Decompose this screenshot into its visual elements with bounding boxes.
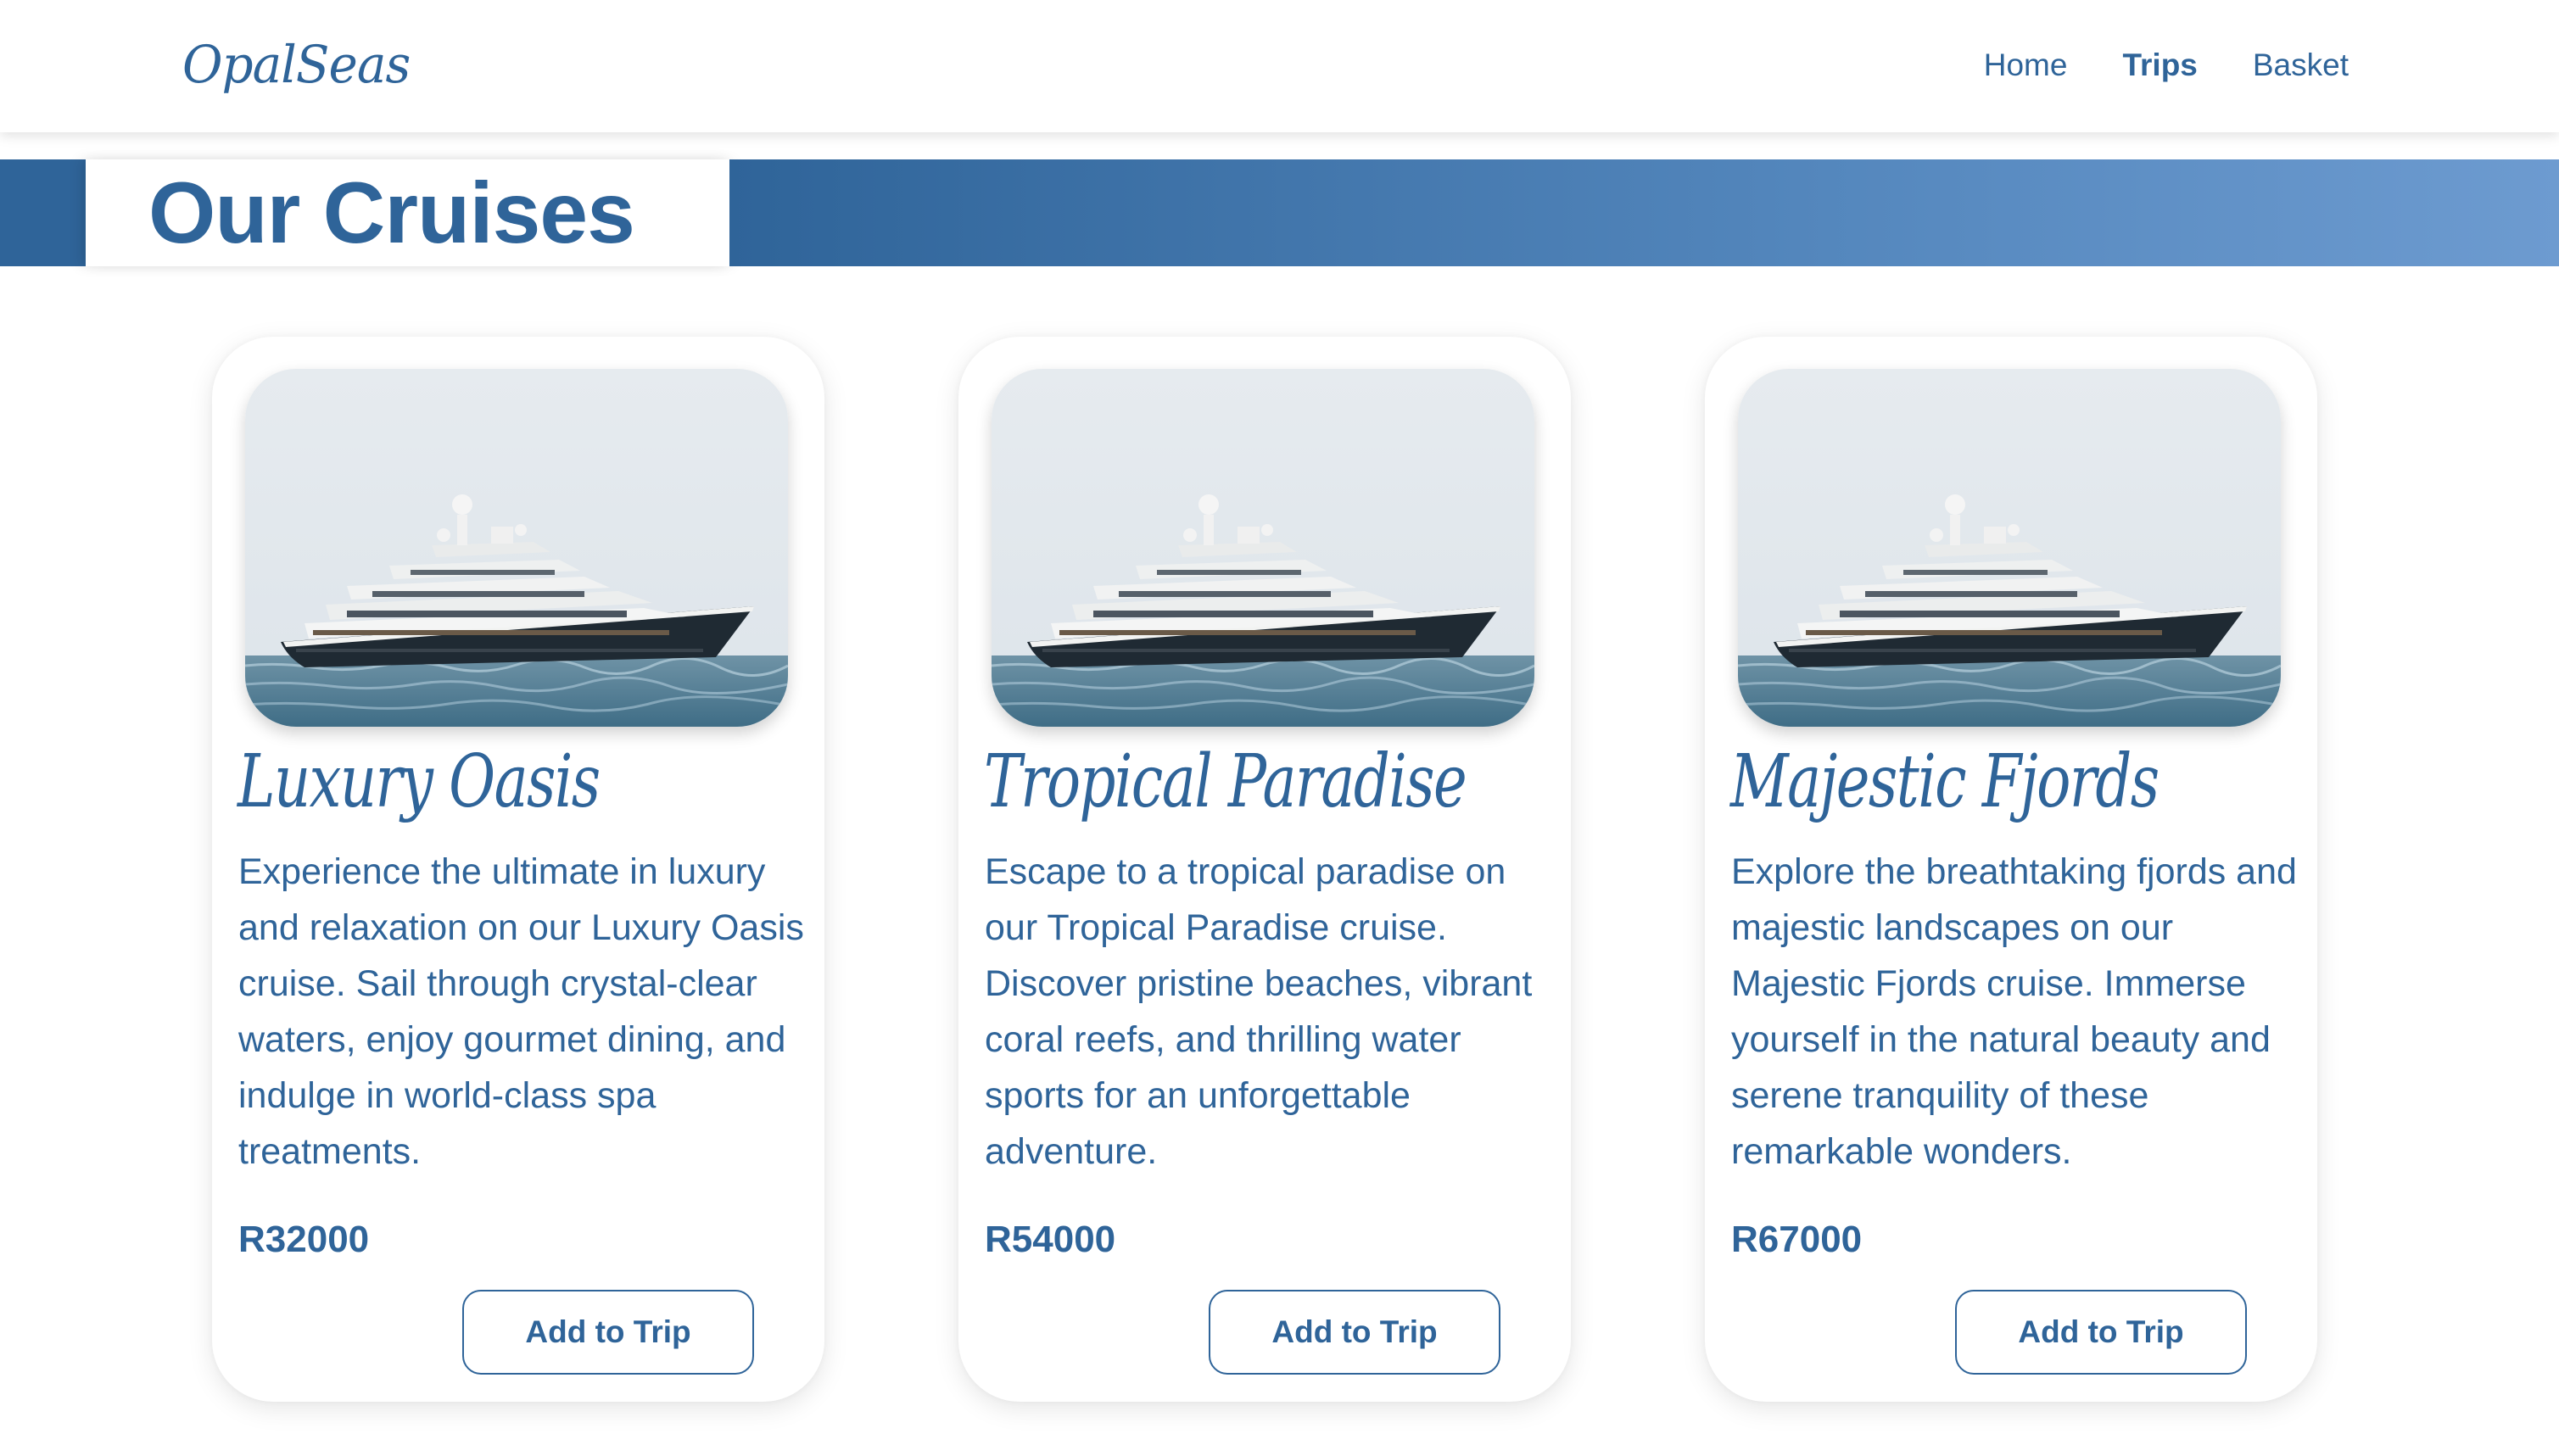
add-to-trip-button[interactable]: Add to Trip bbox=[462, 1290, 754, 1375]
add-to-trip-button[interactable]: Add to Trip bbox=[1209, 1290, 1500, 1375]
main-nav: Home Trips Basket bbox=[1984, 44, 2349, 86]
banner-gradient-bar bbox=[729, 159, 2559, 266]
yacht-photo bbox=[1738, 369, 2281, 727]
cruise-description: Experience the ultimate in luxury and re… bbox=[238, 851, 804, 1172]
yacht-illustration bbox=[992, 369, 1534, 727]
yacht-photo bbox=[992, 369, 1534, 727]
cruise-card-luxury-oasis: Luxury Oasis Experience the ultimate in … bbox=[212, 337, 824, 1402]
cruise-title: Tropical Paradise bbox=[984, 739, 1467, 824]
cruise-title: Majestic Fjords bbox=[1730, 739, 2160, 824]
nav-trips-link[interactable]: Trips bbox=[2122, 44, 2197, 86]
yacht-illustration bbox=[245, 369, 788, 727]
page-title: Our Cruises bbox=[148, 165, 635, 261]
opalseas-logo[interactable]: OpalSeas bbox=[182, 29, 411, 100]
banner-accent-left bbox=[0, 159, 86, 266]
yacht-photo bbox=[245, 369, 788, 727]
nav-home-link[interactable]: Home bbox=[1984, 44, 2068, 86]
site-header: OpalSeas Home Trips Basket bbox=[0, 0, 2559, 132]
cruise-description: Explore the breathtaking fjords and maje… bbox=[1731, 851, 2297, 1172]
yacht-illustration bbox=[1738, 369, 2281, 727]
add-to-trip-button[interactable]: Add to Trip bbox=[1955, 1290, 2247, 1375]
cruise-price: R67000 bbox=[1731, 1219, 1863, 1260]
nav-basket-link[interactable]: Basket bbox=[2253, 44, 2349, 86]
cruise-price: R32000 bbox=[238, 1219, 370, 1260]
cruise-description: Escape to a tropical paradise on our Tro… bbox=[985, 851, 1533, 1172]
cruise-title: Luxury Oasis bbox=[237, 739, 601, 824]
cruise-card-tropical-paradise: Tropical Paradise Escape to a tropical p… bbox=[958, 337, 1571, 1402]
cruise-price: R54000 bbox=[985, 1219, 1116, 1260]
cruise-card-majestic-fjords: Majestic Fjords Explore the breathtaking… bbox=[1705, 337, 2317, 1402]
